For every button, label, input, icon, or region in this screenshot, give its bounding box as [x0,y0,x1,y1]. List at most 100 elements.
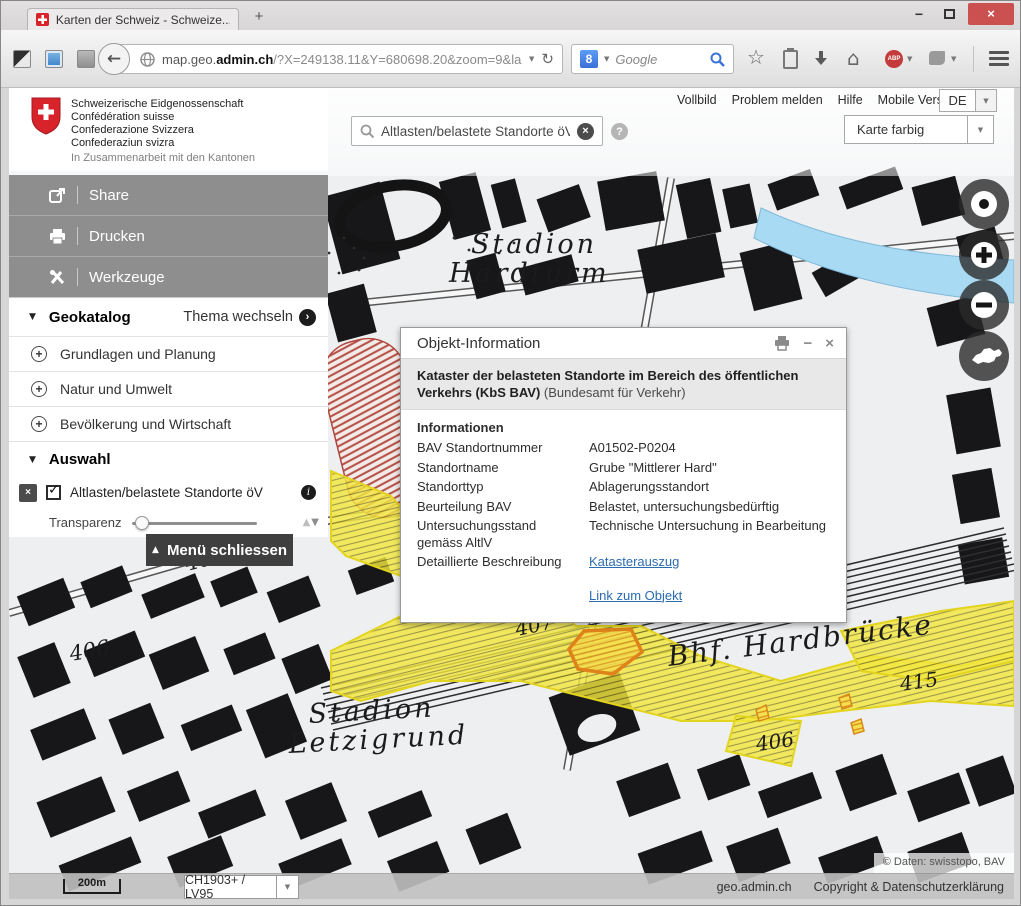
popup-close-icon[interactable]: × [825,335,834,352]
hamburger-menu-icon[interactable] [989,51,1009,66]
popup-print-icon[interactable] [774,336,790,351]
map-style-caret-icon[interactable]: ▼ [968,115,994,144]
scale-label: 200m [65,877,119,889]
home-icon[interactable]: ⌂ [847,46,860,70]
quick-launch-icon-1[interactable] [13,50,31,68]
layer-remove-button[interactable]: × [19,484,37,502]
search-clear-button[interactable]: × [577,123,594,140]
projection-select[interactable]: CH1903+ / LV95 ▼ [184,875,299,899]
info-table: BAV Standortnummer A01502-P0204 Standort… [417,440,830,604]
expand-plus-icon[interactable]: + [31,346,47,362]
expand-plus-icon[interactable]: + [31,416,47,432]
url-dropdown-caret[interactable]: ▼ [529,55,534,63]
geokatalog-title: Geokatalog [49,309,131,326]
projection-caret-icon[interactable]: ▼ [277,875,299,899]
addon-dropdown-caret[interactable]: ▼ [951,55,956,63]
info-value: A01502-P0204 [589,440,830,457]
clipboard-icon[interactable] [783,50,798,69]
map-attribution[interactable]: © Daten: swisstopo, BAV [874,853,1014,873]
move-layer-down-icon: ▼ [311,517,320,528]
popup-minimize-icon[interactable]: − [803,335,812,352]
link-problem-melden[interactable]: Problem melden [732,93,823,107]
url-text: map.geo.admin.ch/?X=249138.11&Y=680698.2… [162,52,522,67]
quick-launch-icon-3[interactable] [77,50,95,68]
addon-icon[interactable] [929,51,945,65]
popup-header[interactable]: Objekt-Information − × [401,328,846,358]
share-icon [49,187,66,204]
search-help-button[interactable]: ? [611,123,628,140]
globe-icon [140,52,155,67]
logo-panel: Schweizerische Eidgenossenschaft Confédé… [9,88,328,171]
back-button[interactable]: ← [98,43,130,75]
layer-checkbox[interactable]: ✓ [46,485,61,500]
layer-info-button[interactable]: i [301,485,316,500]
geoadmin-link[interactable]: geo.admin.ch [717,880,792,894]
collapse-triangle-icon[interactable]: ▼ [29,455,36,465]
label-stadion-hardturm-line2: Hardturm [448,258,610,289]
geolocate-button[interactable] [959,179,1009,229]
katasterauszug-link[interactable]: Katasterauszug [589,554,830,571]
slider-track[interactable] [132,522,257,525]
popup-body: Informationen BAV Standortnummer A01502-… [401,410,846,622]
search-engine-box[interactable]: 8 ▼ Google [571,44,734,74]
window-maximize-button[interactable] [934,3,964,25]
zoom-in-button[interactable] [959,230,1009,280]
adblock-dropdown-caret[interactable]: ▼ [907,55,912,63]
close-menu-button[interactable]: ▲ Menü schliessen [146,534,293,566]
close-menu-label: Menü schliessen [167,542,287,559]
link-zum-objekt[interactable]: Link zum Objekt [589,588,830,605]
link-hilfe[interactable]: Hilfe [838,93,863,107]
theme-switch-link[interactable]: Thema wechseln [183,309,293,325]
expand-plus-icon[interactable]: + [31,381,47,397]
language-select[interactable]: DE ▼ [939,89,997,112]
zoom-out-button[interactable] [959,280,1009,330]
collapse-triangle-icon[interactable]: ▼ [29,312,36,322]
tools-button[interactable]: Werkzeuge [9,257,328,297]
info-value: Grube "Mittlerer Hard" [589,460,830,477]
link-vollbild[interactable]: Vollbild [677,93,717,107]
theme-switch-chevron-icon[interactable]: › [299,309,316,326]
share-label: Share [89,187,129,204]
catalog-item-grundlagen[interactable]: + Grundlagen und Planung [9,336,328,371]
engine-placeholder: Google [615,52,704,67]
new-tab-button[interactable]: + [249,8,269,25]
browser-toolbar: ← map.geo.admin.ch/?X=249138.11&Y=680698… [1,30,1020,88]
info-value: Ablagerungsstandort [589,479,830,496]
zoom-to-switzerland-button[interactable] [959,331,1009,381]
slider-handle[interactable] [135,516,149,530]
window-close-button[interactable]: × [968,3,1014,25]
zoom-in-icon [959,230,1009,280]
adblock-icon[interactable]: ABP [885,50,903,68]
reload-button[interactable]: ↻ [541,50,554,68]
map-style-select[interactable]: Karte farbig ▼ [844,115,994,144]
url-bar[interactable]: map.geo.admin.ch/?X=249138.11&Y=680698.2… [113,44,563,74]
copyright-link[interactable]: Copyright & Datenschutzerklärung [814,880,1004,894]
engine-dropdown-caret[interactable]: ▼ [604,55,609,63]
map-search-box[interactable]: Altlasten/belastete Standorte öV × [351,116,603,146]
geokatalog-header[interactable]: ▼ Geokatalog Thema wechseln › [9,298,328,336]
layer-reorder-buttons[interactable]: ▲▼ [303,517,320,528]
language-value: DE [939,89,976,112]
window-minimize-button[interactable]: − [904,3,934,25]
transparency-slider[interactable] [132,515,257,531]
swiss-coat-of-arms [31,97,61,135]
browser-tab[interactable]: Karten der Schweiz - Schweize... [27,8,239,30]
quick-launch-icon-2[interactable] [45,50,63,68]
language-caret-icon[interactable]: ▼ [976,89,997,112]
search-input-value[interactable]: Altlasten/belastete Standorte öV [381,124,570,139]
info-value: Belastet, untersuchungsbedürftig [589,499,830,516]
swiss-favicon [36,13,49,26]
selection-header[interactable]: ▼ Auswahl [9,441,328,477]
print-button[interactable]: Drucken [9,216,328,256]
info-label: Untersuchungsstand gemäss AltlV [417,518,575,551]
info-value: Technische Untersuchung in Bearbeitung [589,518,830,551]
share-button[interactable]: Share [9,175,328,215]
download-icon[interactable] [813,50,829,68]
header-links: Vollbild Problem melden Hilfe Mobile Ver… [677,93,960,107]
print-label: Drucken [89,228,145,245]
info-label: Beurteilung BAV [417,499,575,516]
bookmark-star-icon[interactable]: ☆ [747,45,765,69]
catalog-item-natur[interactable]: + Natur und Umwelt [9,371,328,406]
search-go-icon[interactable] [710,52,725,67]
catalog-item-bevoelkerung[interactable]: + Bevölkerung und Wirtschaft [9,406,328,441]
